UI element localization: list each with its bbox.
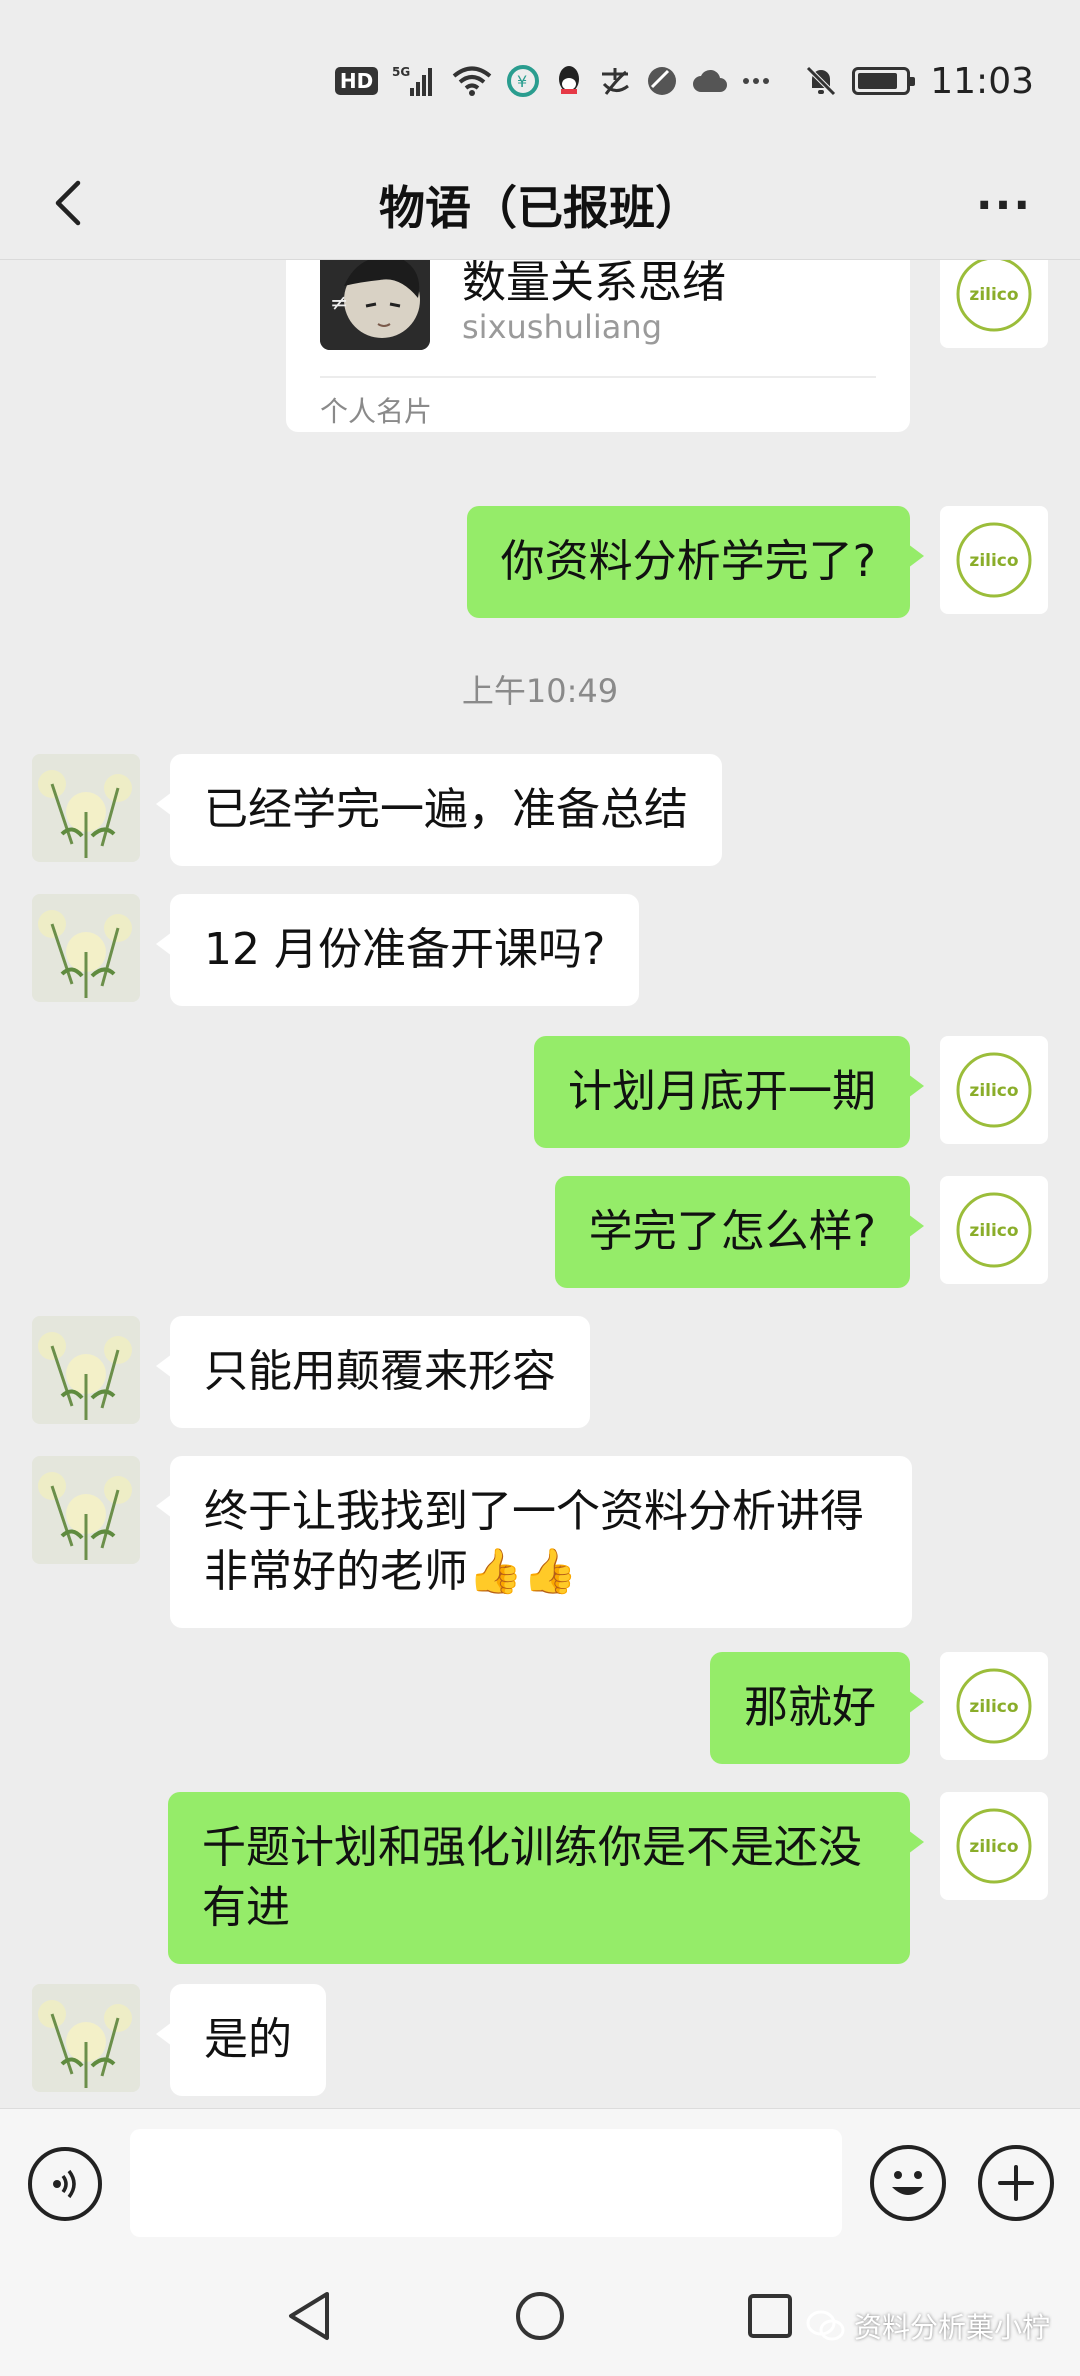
message-bubble-sent[interactable]: 你资料分析学完了? <box>466 506 925 618</box>
wechat-icon <box>806 2310 845 2341</box>
svg-text:zilico: zilico <box>969 1081 1018 1101</box>
network-label: 5G <box>392 65 410 79</box>
contact-avatar[interactable] <box>32 1316 140 1424</box>
message-bubble-received[interactable]: 12 月份准备开课吗? <box>155 894 640 1006</box>
more-actions-button[interactable] <box>978 2145 1054 2221</box>
rose-avatar-icon <box>32 1316 140 1424</box>
hd-icon: HD <box>334 67 379 95</box>
chat-header: 物语（已报班） ··· <box>0 150 1080 260</box>
contact-avatar[interactable] <box>32 1984 140 2092</box>
nav-recents-button[interactable] <box>740 2286 800 2346</box>
watermark: 资料分析菓小柠 <box>806 2306 1050 2346</box>
self-avatar[interactable]: zilico <box>940 1652 1048 1760</box>
rose-avatar-icon <box>32 1984 140 2092</box>
svg-text:¥: ¥ <box>517 72 527 91</box>
message-bubble-received[interactable]: 是的 <box>156 1984 326 2096</box>
battery-fill <box>858 73 898 89</box>
signal-icon: 5G <box>392 64 438 98</box>
message-bubble-sent[interactable]: 计划月底开一期 <box>534 1036 924 1148</box>
message-bubble-sent[interactable]: 那就好 <box>710 1652 924 1764</box>
more-icon <box>742 76 770 86</box>
zilico-logo-icon: zilico <box>956 522 1032 598</box>
zilico-logo-icon: zilico <box>956 1192 1032 1268</box>
message-timestamp: 上午10:49 <box>461 672 619 710</box>
svg-text:≠: ≠ <box>330 291 348 316</box>
app-icon: ¥ <box>506 64 540 98</box>
svg-text:zilico: zilico <box>969 1697 1018 1717</box>
emoji-button[interactable] <box>870 2145 946 2221</box>
status-icons: HD 5G ¥ 11:03 <box>334 56 1034 106</box>
contact-card-label: 个人名片 <box>320 395 433 428</box>
message-bubble-received[interactable]: 只能用颠覆来形容 <box>156 1316 590 1428</box>
self-avatar[interactable]: zilico <box>940 260 1048 348</box>
contact-avatar[interactable] <box>32 1456 140 1564</box>
nav-back-button[interactable] <box>280 2286 340 2346</box>
rose-avatar-icon <box>32 1456 140 1564</box>
alipay-icon <box>598 64 632 98</box>
message-bubble-received[interactable]: 已经学完一遍，准备总结 <box>156 754 722 866</box>
zilico-logo-icon: zilico <box>956 1668 1032 1744</box>
chat-title: 物语（已报班） <box>379 181 701 235</box>
voice-icon <box>53 2169 76 2199</box>
mute-icon <box>804 64 838 98</box>
message-bubble-sent[interactable]: 学完了怎么样? <box>554 1176 925 1288</box>
self-avatar[interactable]: zilico <box>940 1036 1048 1144</box>
svg-text:zilico: zilico <box>969 1221 1018 1241</box>
zilico-logo-icon: zilico <box>956 1052 1032 1128</box>
wifi-icon <box>452 65 492 97</box>
triangle-back-icon <box>289 2292 329 2340</box>
watermark-text: 资料分析菓小柠 <box>853 2311 1050 2344</box>
nav-home-button[interactable] <box>510 2286 570 2346</box>
status-bar: HD 5G ¥ 11:03 <box>0 0 1080 150</box>
smiley-icon <box>892 2171 924 2195</box>
cloud-icon <box>692 68 728 94</box>
zilico-logo-icon: zilico <box>956 260 1032 332</box>
rose-avatar-icon <box>32 754 140 862</box>
zilico-logo-icon: zilico <box>956 1808 1032 1884</box>
app2-icon <box>646 65 678 97</box>
contact-card-divider <box>320 376 876 378</box>
contact-avatar[interactable] <box>32 894 140 1002</box>
self-avatar[interactable]: zilico <box>940 1792 1048 1900</box>
message-bubble-received[interactable]: 终于让我找到了一个资料分析讲得非常好的老师👍👍 <box>156 1456 912 1628</box>
self-avatar[interactable]: zilico <box>940 1176 1048 1284</box>
rose-avatar-icon <box>32 894 140 1002</box>
message-list[interactable]: ≠ 数量关系思绪 sixushuliang 个人名片 zilico 你资料分析学… <box>0 260 1080 2108</box>
system-navigation-bar: 资料分析菓小柠 <box>0 2256 1080 2376</box>
self-avatar[interactable]: zilico <box>940 506 1048 614</box>
clock: 11:03 <box>930 60 1034 102</box>
more-options-button[interactable]: ··· <box>964 170 1044 240</box>
square-recents-icon <box>748 2294 792 2338</box>
voice-input-button[interactable] <box>28 2147 102 2221</box>
svg-text:zilico: zilico <box>969 551 1018 571</box>
circle-home-icon <box>516 2292 564 2340</box>
qq-icon <box>554 64 584 98</box>
contact-card[interactable]: ≠ 数量关系思绪 sixushuliang 个人名片 <box>286 260 910 432</box>
input-bar <box>0 2108 1080 2256</box>
plus-icon <box>998 2165 1034 2201</box>
contact-card-name: 数量关系思绪 <box>462 260 726 308</box>
message-input[interactable] <box>130 2129 842 2237</box>
contact-card-avatar: ≠ <box>320 260 430 350</box>
svg-text:zilico: zilico <box>969 1837 1018 1857</box>
svg-text:zilico: zilico <box>969 285 1018 305</box>
contact-avatar[interactable] <box>32 754 140 862</box>
contact-card-id: sixushuliang <box>462 308 662 346</box>
message-bubble-sent[interactable]: 千题计划和强化训练你是不是还没有进 <box>168 1792 924 1964</box>
battery-icon <box>852 67 916 95</box>
